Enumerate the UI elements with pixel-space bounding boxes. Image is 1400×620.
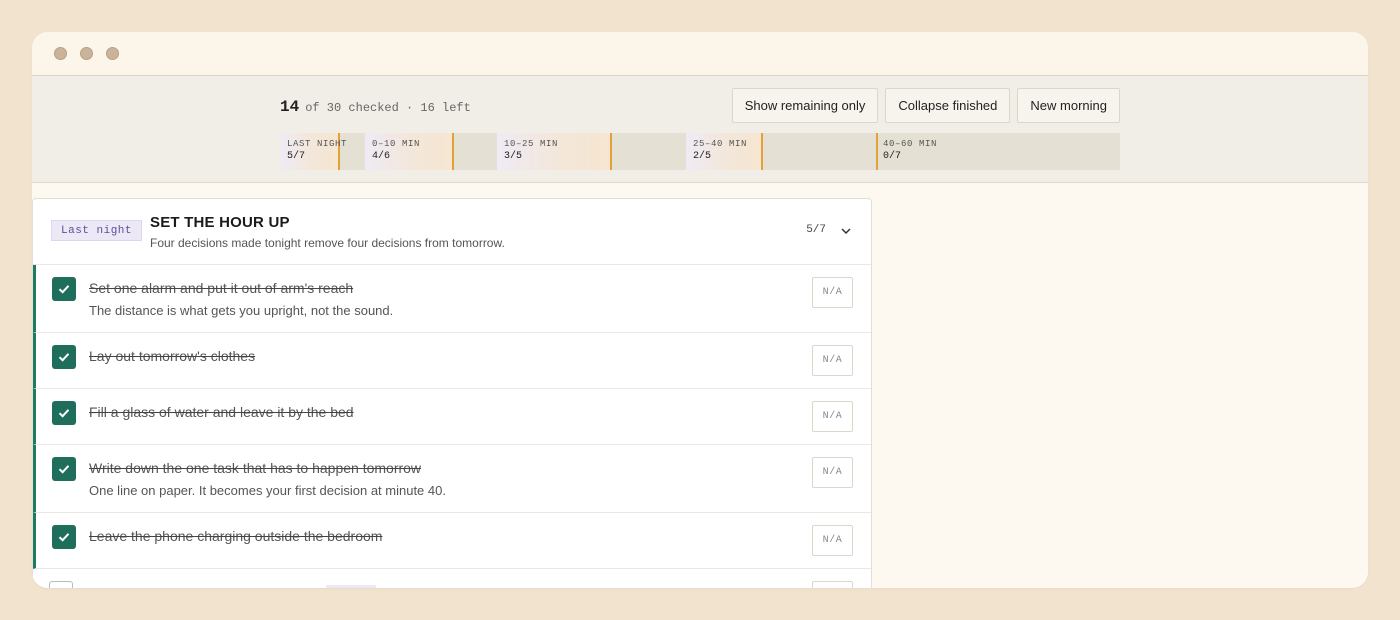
checkbox-unchecked[interactable] — [49, 581, 73, 588]
checklist-item: Leave the phone charging outside the bed… — [33, 513, 871, 569]
checkbox-checked[interactable] — [52, 277, 76, 301]
segment-value: 3/5 — [504, 151, 523, 162]
progress-summary: 14 of 30 checked · 16 left — [280, 98, 471, 116]
item-label: Fill a glass of water and leave it by th… — [89, 404, 354, 420]
item-note: One line on paper. It becomes your first… — [89, 483, 446, 498]
window-maximize-dot[interactable] — [106, 47, 119, 60]
segment-label: 0–10 MIN — [372, 139, 421, 149]
phase-progress-bar: LAST NIGHT 5/7 0–10 MIN 4/6 10–25 MIN 3/… — [280, 133, 1120, 170]
segment-value: 2/5 — [693, 151, 712, 162]
section-card-last-night: Last night SET THE HOUR UP Four decision… — [32, 198, 872, 588]
progress-segment-last-night[interactable]: LAST NIGHT 5/7 — [280, 133, 365, 170]
item-note: The distance is what gets you upright, n… — [89, 303, 394, 318]
segment-label: 10–25 MIN — [504, 139, 559, 149]
na-button[interactable]: N/A — [812, 457, 853, 488]
new-morning-button[interactable]: New morning — [1017, 88, 1120, 123]
checked-summary-text: of 30 checked · 16 left — [305, 101, 471, 115]
section-count: 5/7 — [806, 224, 826, 236]
segment-label: LAST NIGHT — [287, 139, 348, 149]
checkbox-checked[interactable] — [52, 525, 76, 549]
section-header[interactable]: Last night SET THE HOUR UP Four decision… — [33, 199, 871, 265]
window-close-dot[interactable] — [54, 47, 67, 60]
checkbox-checked[interactable] — [52, 457, 76, 481]
checkmark-icon — [58, 353, 70, 362]
checked-count: 14 — [280, 98, 300, 116]
na-button[interactable]: N/A — [812, 401, 853, 432]
na-button[interactable] — [812, 581, 853, 588]
section-subtitle: Four decisions made tonight remove four … — [150, 236, 505, 250]
checklist-content: Last night SET THE HOUR UP Four decision… — [32, 183, 1368, 588]
progress-remaining — [454, 133, 497, 170]
progress-segment-40-60[interactable]: 40–60 MIN 0/7 — [876, 133, 1120, 170]
collapse-finished-button[interactable]: Collapse finished — [885, 88, 1011, 123]
checkbox-checked[interactable] — [52, 401, 76, 425]
segment-value: 5/7 — [287, 151, 306, 162]
section-tag: Last night — [51, 220, 143, 241]
progress-segment-25-40[interactable]: 25–40 MIN 2/5 — [686, 133, 876, 170]
toolbar-actions: Show remaining only Collapse finished Ne… — [731, 88, 1120, 123]
checkmark-icon — [58, 465, 70, 474]
na-button[interactable]: N/A — [812, 277, 853, 308]
item-tag — [326, 585, 376, 588]
checklist-item-partial — [33, 569, 871, 588]
section-title: SET THE HOUR UP — [150, 214, 290, 231]
progress-segment-10-25[interactable]: 10–25 MIN 3/5 — [497, 133, 686, 170]
segment-value: 0/7 — [883, 151, 902, 162]
item-label: Lay out tomorrow's clothes — [89, 348, 256, 364]
checklist-item: Set one alarm and put it out of arm's re… — [33, 265, 871, 333]
checkbox-checked[interactable] — [52, 345, 76, 369]
checkmark-icon — [58, 409, 70, 418]
checklist-item: Write down the one task that has to happ… — [33, 445, 871, 513]
na-button[interactable]: N/A — [812, 525, 853, 556]
item-label: Leave the phone charging outside the bed… — [89, 528, 383, 544]
checklist-item: Lay out tomorrow's clothes N/A — [33, 333, 871, 389]
show-remaining-button[interactable]: Show remaining only — [731, 88, 879, 123]
window-minimize-dot[interactable] — [80, 47, 93, 60]
item-label: Set one alarm and put it out of arm's re… — [89, 280, 354, 296]
segment-value: 4/6 — [372, 151, 391, 162]
app-window: 14 of 30 checked · 16 left Show remainin… — [32, 32, 1368, 588]
na-button[interactable]: N/A — [812, 345, 853, 376]
checkmark-icon — [58, 533, 70, 542]
progress-segment-0-10[interactable]: 0–10 MIN 4/6 — [365, 133, 497, 170]
checklist-item: Fill a glass of water and leave it by th… — [33, 389, 871, 445]
segment-label: 25–40 MIN — [693, 139, 748, 149]
progress-remaining — [763, 133, 876, 170]
item-label: Write down the one task that has to happ… — [89, 460, 422, 476]
title-bar — [32, 32, 1368, 76]
progress-remaining — [612, 133, 686, 170]
segment-label: 40–60 MIN — [883, 139, 938, 149]
chevron-down-icon[interactable] — [840, 225, 852, 237]
checkmark-icon — [58, 285, 70, 294]
toolbar: 14 of 30 checked · 16 left Show remainin… — [32, 76, 1368, 183]
